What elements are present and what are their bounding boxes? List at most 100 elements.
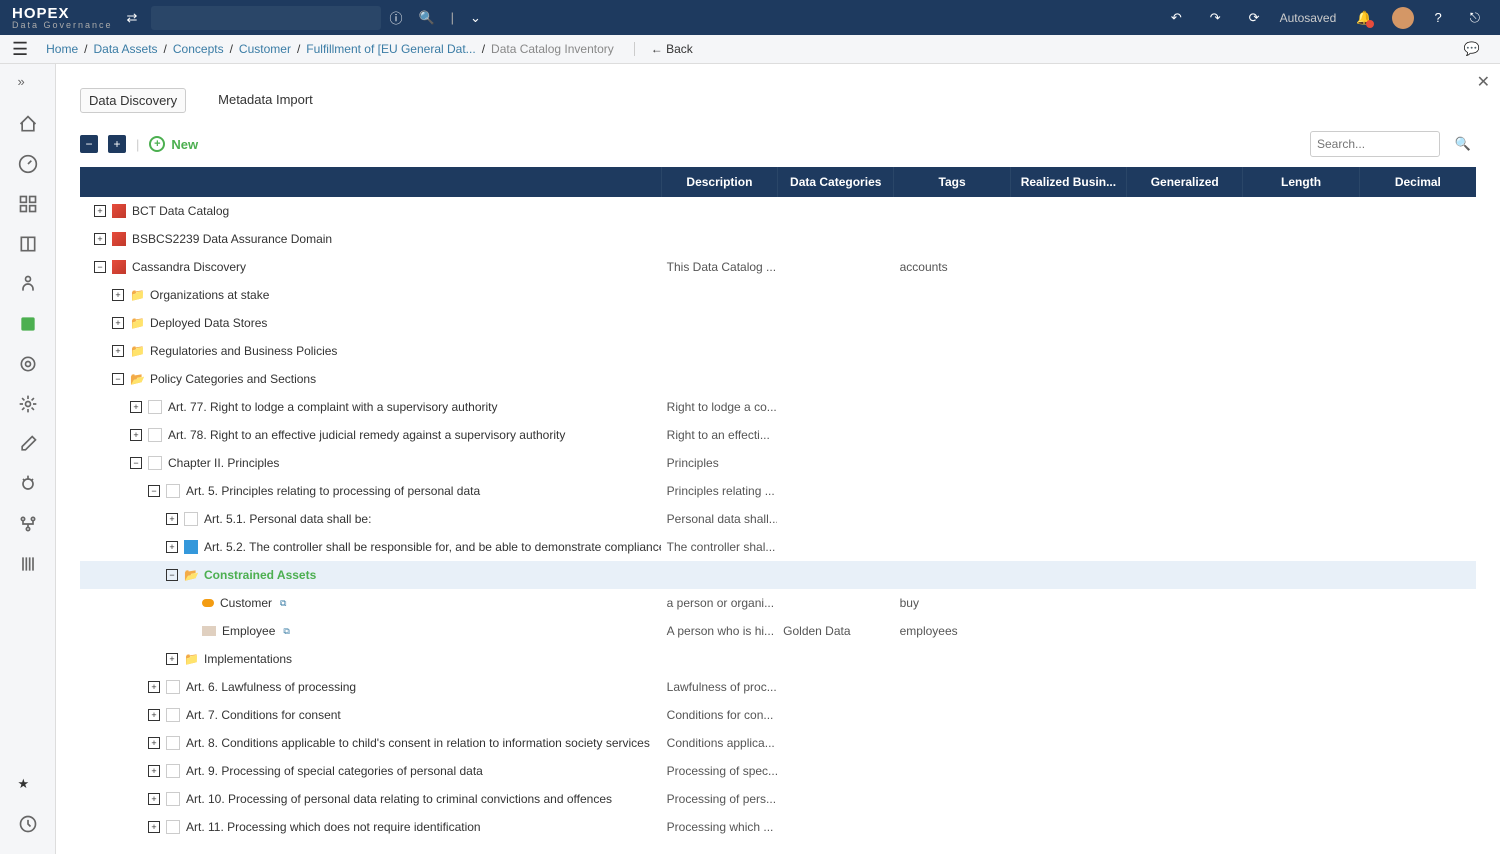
table-row[interactable]: +Art. 7. Conditions for consentCondition… <box>80 701 1476 729</box>
book-icon[interactable] <box>18 234 38 254</box>
dashboard-icon[interactable] <box>18 154 38 174</box>
search-icon[interactable]: 🔍 <box>1450 131 1476 157</box>
table-row[interactable]: Employee⧉A person who is hi...Golden Dat… <box>80 617 1476 645</box>
back-button[interactable]: ← Back <box>634 42 693 56</box>
expand-icon[interactable]: + <box>112 317 124 329</box>
expand-icon[interactable]: + <box>94 233 106 245</box>
refresh-icon[interactable]: ⟳ <box>1249 10 1260 26</box>
close-icon[interactable]: ✕ <box>1477 72 1490 92</box>
expand-icon[interactable]: + <box>148 765 160 777</box>
expand-icon[interactable]: − <box>130 457 142 469</box>
global-search-input[interactable] <box>151 6 381 30</box>
table-row[interactable]: Customer⧉a person or organi...buy <box>80 589 1476 617</box>
col-tags[interactable]: Tags <box>894 167 1010 197</box>
col-data-categories[interactable]: Data Categories <box>778 167 894 197</box>
edit-icon[interactable] <box>18 434 38 454</box>
table-row[interactable]: +Art. 9. Processing of special categorie… <box>80 757 1476 785</box>
expand-icon[interactable]: − <box>94 261 106 273</box>
topbar-right: ↶ ↷ ⟳ Autosaved 🔔 ? ⎋ <box>1163 7 1488 29</box>
grid-search-input[interactable] <box>1310 131 1440 157</box>
org-icon[interactable] <box>18 274 38 294</box>
help-icon[interactable]: ? <box>1434 10 1441 25</box>
table-row[interactable]: +Art. 5.1. Personal data shall be:Person… <box>80 505 1476 533</box>
library-icon[interactable] <box>18 554 38 574</box>
row-label: Art. 5.2. The controller shall be respon… <box>204 540 661 554</box>
logout-icon[interactable]: ⎋ <box>1470 10 1480 26</box>
breadcrumb-customer[interactable]: Customer <box>239 42 291 56</box>
table-row[interactable]: +📁Deployed Data Stores <box>80 309 1476 337</box>
col-length[interactable]: Length <box>1243 167 1359 197</box>
process-icon[interactable] <box>18 354 38 374</box>
expand-icon[interactable]: + <box>166 513 178 525</box>
notification-icon[interactable]: 🔔 <box>1356 10 1372 26</box>
tab-metadata-import[interactable]: Metadata Import <box>210 88 321 113</box>
autosaved-label: Autosaved <box>1280 11 1337 25</box>
expand-icon[interactable]: + <box>112 345 124 357</box>
grid-icon[interactable] <box>18 194 38 214</box>
expand-all-button[interactable]: + <box>108 135 126 153</box>
col-name[interactable] <box>80 167 662 197</box>
expand-icon[interactable]: + <box>112 289 124 301</box>
table-row[interactable]: + Art. 5.2. The controller shall be respo… <box>80 533 1476 561</box>
col-description[interactable]: Description <box>662 167 778 197</box>
table-row[interactable]: +Art. 10. Processing of personal data re… <box>80 785 1476 813</box>
clock-icon[interactable] <box>18 814 38 834</box>
swap-icon[interactable]: ⇄ <box>127 10 138 26</box>
data-icon[interactable] <box>18 314 38 334</box>
search-icon[interactable]: 🔍 <box>418 10 434 26</box>
collapse-all-button[interactable]: − <box>80 135 98 153</box>
table-row[interactable]: +Art. 8. Conditions applicable to child'… <box>80 729 1476 757</box>
tab-data-discovery[interactable]: Data Discovery <box>80 88 186 113</box>
hamburger-icon[interactable]: ☰ <box>12 39 28 60</box>
breadcrumb-home[interactable]: Home <box>46 42 78 56</box>
expand-icon[interactable]: − <box>148 485 160 497</box>
table-row[interactable]: −Chapter II. PrinciplesPrinciples <box>80 449 1476 477</box>
expand-sidebar-icon[interactable]: » <box>18 74 38 94</box>
table-row[interactable]: −📂Constrained Assets <box>80 561 1476 589</box>
table-row[interactable]: +BSBCS2239 Data Assurance Domain <box>80 225 1476 253</box>
gear-icon[interactable] <box>18 394 38 414</box>
col-generalized[interactable]: Generalized <box>1127 167 1243 197</box>
undo-icon[interactable]: ↶ <box>1171 10 1182 26</box>
avatar[interactable] <box>1392 7 1414 29</box>
redo-icon[interactable]: ↷ <box>1210 10 1221 26</box>
table-row[interactable]: −Art. 5. Principles relating to processi… <box>80 477 1476 505</box>
expand-icon[interactable]: + <box>148 737 160 749</box>
table-row[interactable]: +📁Regulatories and Business Policies <box>80 337 1476 365</box>
info-icon[interactable]: ⓘ <box>389 8 402 27</box>
table-row[interactable]: −📂Policy Categories and Sections <box>80 365 1476 393</box>
star-icon[interactable]: ★ <box>18 776 38 796</box>
row-label: Art. 11. Processing which does not requi… <box>186 820 481 834</box>
table-row[interactable]: +Art. 77. Right to lodge a complaint wit… <box>80 393 1476 421</box>
expand-icon[interactable]: + <box>94 205 106 217</box>
expand-icon[interactable]: + <box>148 709 160 721</box>
expand-icon[interactable]: + <box>166 541 178 553</box>
new-button[interactable]: + New <box>149 136 198 152</box>
table-row[interactable]: +BCT Data Catalog <box>80 197 1476 225</box>
dropdown-icon[interactable]: ⌄ <box>470 10 481 26</box>
table-row[interactable]: +📁Implementations <box>80 645 1476 673</box>
expand-icon[interactable]: + <box>148 821 160 833</box>
table-row[interactable]: −Cassandra DiscoveryThis Data Catalog ..… <box>80 253 1476 281</box>
expand-icon[interactable]: − <box>166 569 178 581</box>
col-decimal[interactable]: Decimal <box>1360 167 1476 197</box>
cell-desc: The controller shal... <box>661 540 777 554</box>
table-row[interactable]: +Art. 6. Lawfulness of processingLawfuln… <box>80 673 1476 701</box>
bug-icon[interactable] <box>18 474 38 494</box>
expand-icon[interactable]: + <box>148 793 160 805</box>
expand-icon[interactable]: − <box>112 373 124 385</box>
comment-icon[interactable]: 💬 <box>1464 41 1480 57</box>
table-row[interactable]: +Art. 78. Right to an effective judicial… <box>80 421 1476 449</box>
expand-icon[interactable]: + <box>166 653 178 665</box>
home-icon[interactable] <box>18 114 38 134</box>
table-row[interactable]: +📁Organizations at stake <box>80 281 1476 309</box>
col-realized-business[interactable]: Realized Busin... <box>1011 167 1127 197</box>
breadcrumb-concepts[interactable]: Concepts <box>173 42 224 56</box>
expand-icon[interactable]: + <box>130 401 142 413</box>
table-row[interactable]: + Art. 11. Processing which does not requ… <box>80 813 1476 841</box>
breadcrumb-fulfillment[interactable]: Fulfillment of [EU General Dat... <box>306 42 475 56</box>
breadcrumb-data-assets[interactable]: Data Assets <box>94 42 158 56</box>
network-icon[interactable] <box>18 514 38 534</box>
expand-icon[interactable]: + <box>130 429 142 441</box>
expand-icon[interactable]: + <box>148 681 160 693</box>
